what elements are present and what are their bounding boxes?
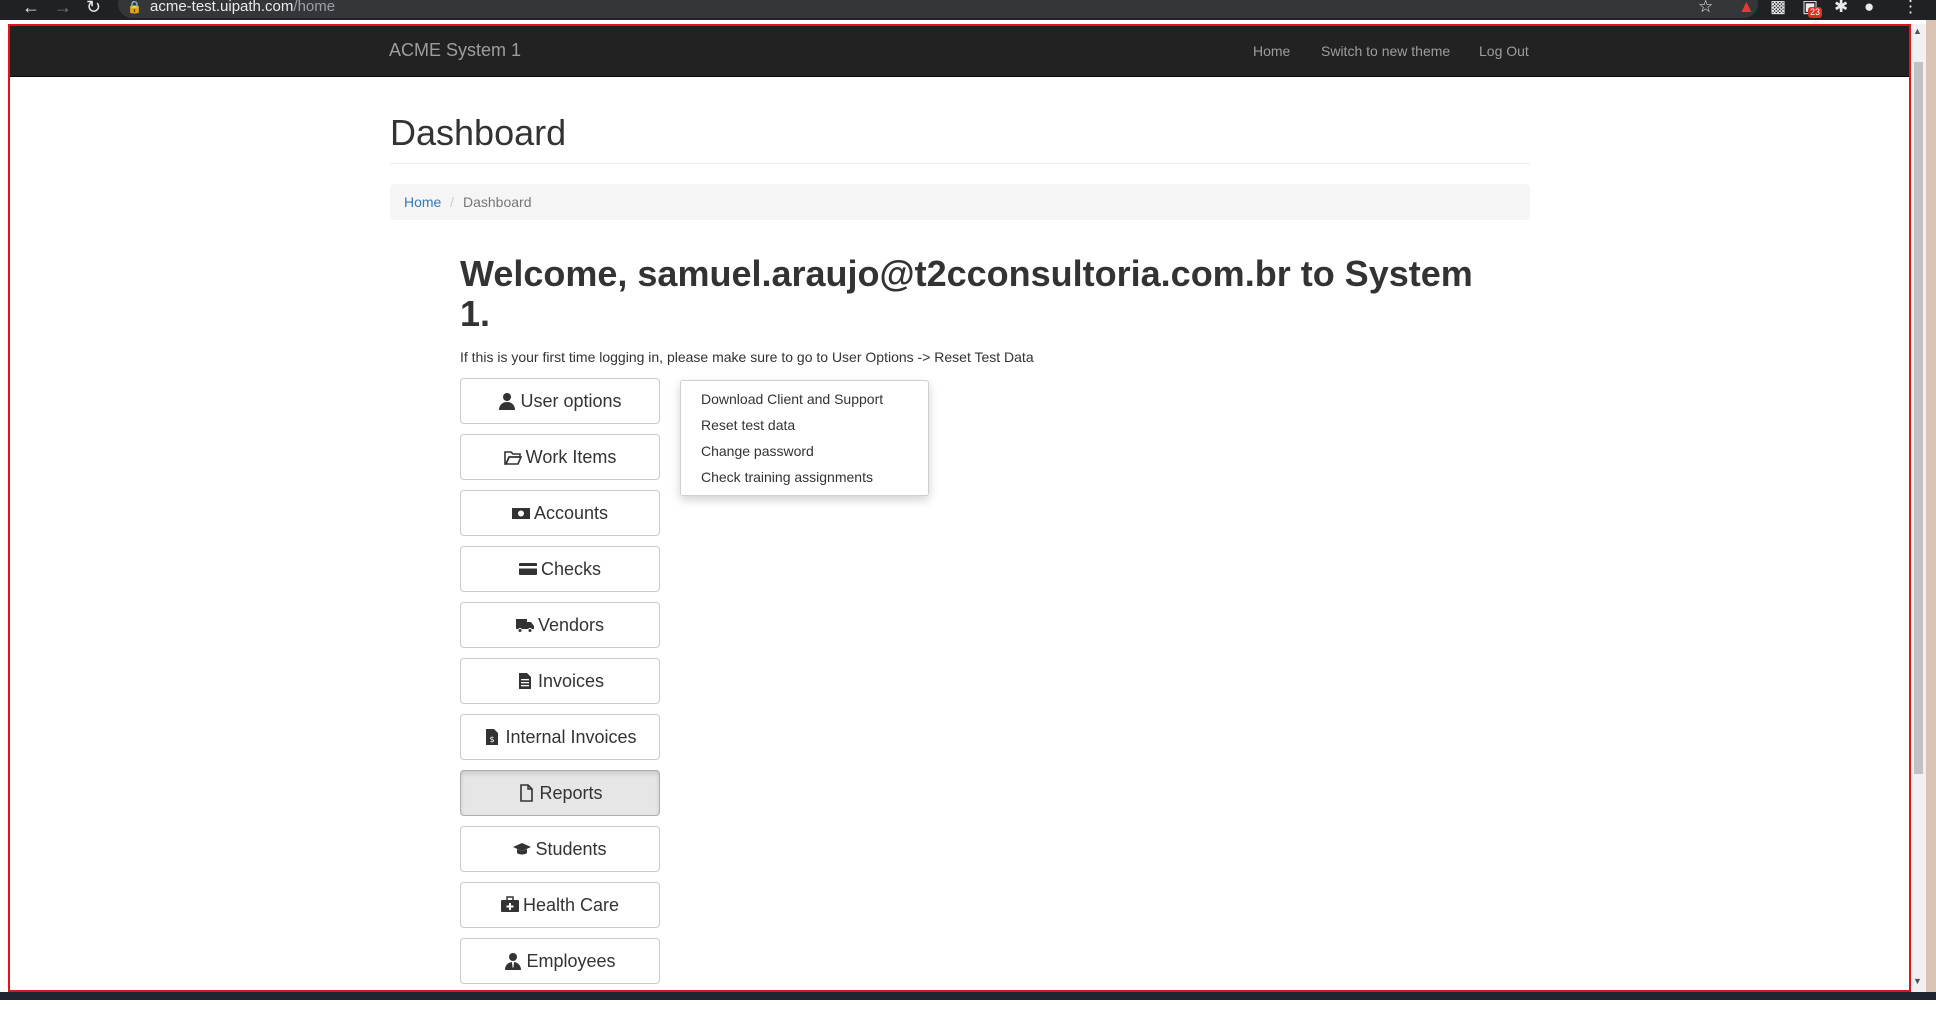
- menu-label: Health Care: [522, 895, 620, 915]
- page-title: Dashboard: [390, 112, 567, 153]
- employees-button[interactable]: Employees: [460, 938, 660, 984]
- dropdown-download-client[interactable]: Download Client and Support: [701, 391, 883, 407]
- menu-label: Checks: [540, 559, 602, 579]
- bottom-blank: [0, 1000, 1936, 1019]
- profile-avatar-icon[interactable]: ●: [1864, 0, 1874, 15]
- students-button[interactable]: Students: [460, 826, 660, 872]
- user-tie-icon: [504, 952, 522, 970]
- accounts-button[interactable]: Accounts: [460, 490, 660, 536]
- graduation-cap-icon: [513, 840, 532, 858]
- vendors-button[interactable]: Vendors: [460, 602, 660, 648]
- title-divider: [390, 163, 1530, 164]
- internal-invoices-button[interactable]: $ Internal Invoices: [460, 714, 660, 760]
- menu-label: Students: [535, 839, 607, 859]
- nav-home-link[interactable]: Home: [1253, 43, 1290, 59]
- printer-extension-icon[interactable]: ▩: [1770, 0, 1786, 15]
- user-options-button[interactable]: User options: [460, 378, 660, 424]
- user-icon: [498, 392, 516, 410]
- menu-label: Internal Invoices: [505, 727, 637, 747]
- user-options-dropdown: Download Client and Support Reset test d…: [680, 380, 929, 496]
- lock-icon: 🔒: [127, 0, 142, 14]
- url-text[interactable]: acme-test.uipath.com/home: [150, 0, 335, 14]
- chrome-menu-icon[interactable]: ⋮: [1902, 0, 1919, 15]
- credit-card-icon: [518, 560, 537, 578]
- background-window-edge: [1926, 20, 1936, 1019]
- file-text-icon: [516, 672, 534, 690]
- forward-arrow-icon[interactable]: →: [54, 0, 72, 20]
- file-icon: [517, 784, 535, 802]
- menu-label: Accounts: [533, 503, 609, 523]
- scrollbar-thumb[interactable]: [1914, 62, 1923, 774]
- pdf-extension-icon[interactable]: ▲: [1738, 0, 1755, 15]
- browser-toolbar: ← → ↻ 🔒 acme-test.uipath.com/home ☆ ▲ ▩ …: [0, 0, 1936, 20]
- money-icon: [511, 504, 530, 522]
- medkit-icon: [500, 896, 519, 914]
- star-icon[interactable]: ☆: [1698, 0, 1713, 15]
- nav-switch-theme-link[interactable]: Switch to new theme: [1321, 43, 1450, 59]
- menu-label: User options: [520, 391, 622, 411]
- selection-highlight-frame: [8, 24, 1911, 992]
- truck-icon: [515, 616, 534, 634]
- back-arrow-icon[interactable]: ←: [22, 0, 40, 20]
- file-invoice-dollar-icon: $: [483, 728, 501, 746]
- url-path: /home: [293, 0, 336, 15]
- breadcrumb-separator: /: [450, 194, 454, 210]
- scroll-up-arrow-icon[interactable]: ▲: [1913, 26, 1922, 36]
- address-bar[interactable]: [118, 0, 1758, 18]
- welcome-heading: Welcome, samuel.araujo@t2cconsultoria.co…: [460, 254, 1480, 334]
- vertical-scrollbar[interactable]: ▲ ▼: [1911, 24, 1926, 992]
- reports-button[interactable]: Reports: [460, 770, 660, 816]
- welcome-user: samuel.araujo@t2cconsultoria.com.br: [637, 253, 1291, 294]
- reload-icon[interactable]: ↻: [86, 0, 101, 20]
- menu-label: Reports: [539, 783, 603, 803]
- dropdown-reset-test-data[interactable]: Reset test data: [701, 417, 795, 433]
- menu-label: Vendors: [537, 615, 605, 635]
- breadcrumb-home-link[interactable]: Home: [404, 184, 441, 220]
- puzzle-extensions-icon[interactable]: ✱: [1834, 0, 1848, 15]
- dropdown-check-training[interactable]: Check training assignments: [701, 469, 873, 485]
- breadcrumb-current: Dashboard: [463, 194, 532, 210]
- folder-open-icon: [503, 448, 522, 466]
- taskbar-edge: [0, 992, 1936, 1000]
- first-login-note: If this is your first time logging in, p…: [460, 349, 1034, 365]
- svg-text:$: $: [490, 735, 495, 744]
- menu-label: Invoices: [537, 671, 605, 691]
- checks-button[interactable]: Checks: [460, 546, 660, 592]
- health-care-button[interactable]: Health Care: [460, 882, 660, 928]
- invoices-button[interactable]: Invoices: [460, 658, 660, 704]
- work-items-button[interactable]: Work Items: [460, 434, 660, 480]
- menu-label: Employees: [526, 951, 616, 971]
- nav-logout-link[interactable]: Log Out: [1479, 43, 1529, 59]
- menu-label: Work Items: [525, 447, 617, 467]
- breadcrumb: Home / Dashboard: [390, 184, 1530, 220]
- welcome-prefix: Welcome,: [460, 253, 638, 294]
- brand-link[interactable]: ACME System 1: [389, 40, 521, 61]
- scroll-down-arrow-icon[interactable]: ▼: [1913, 976, 1922, 986]
- top-navbar: ACME System 1 Home Switch to new theme L…: [10, 26, 1909, 77]
- dropdown-change-password[interactable]: Change password: [701, 443, 814, 459]
- url-host: acme-test.uipath.com: [150, 0, 294, 15]
- extension-badge: 23: [1808, 7, 1823, 18]
